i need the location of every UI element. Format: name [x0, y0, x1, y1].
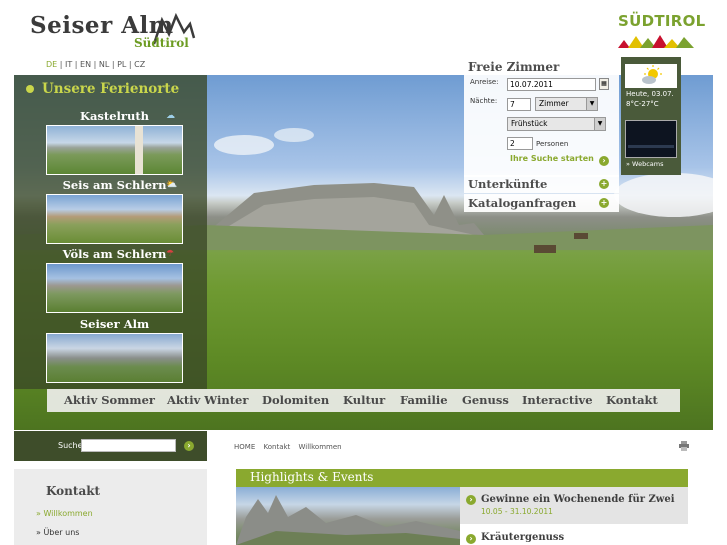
- accordion-unterkuenfte[interactable]: Unterkünfte +: [464, 175, 619, 193]
- print-icon[interactable]: [679, 441, 689, 451]
- weather-date: Heute, 03.07.: [626, 90, 674, 98]
- place-kastelruth-label[interactable]: Kastelruth: [46, 109, 183, 123]
- lang-en[interactable]: EN: [80, 60, 91, 69]
- nav-aktiv-winter[interactable]: Aktiv Winter: [167, 393, 248, 407]
- nav-kultur[interactable]: Kultur: [343, 393, 385, 407]
- church-tower-shape: [135, 126, 143, 174]
- breadcrumb-home[interactable]: HOME: [234, 443, 255, 451]
- lang-it[interactable]: IT: [65, 60, 72, 69]
- place-kastelruth-image[interactable]: [46, 125, 183, 175]
- arrival-label: Anreise:: [470, 78, 499, 86]
- persons-label: Personen: [536, 140, 569, 148]
- webcams-link[interactable]: » Webcams: [626, 160, 664, 168]
- arrival-date-input[interactable]: 10.07.2011: [507, 78, 596, 91]
- nav-interactive[interactable]: Interactive: [522, 393, 593, 407]
- nav-kontakt[interactable]: Kontakt: [606, 393, 658, 407]
- logo-subtitle: Südtirol: [134, 36, 189, 50]
- kontakt-title: Kontakt: [46, 484, 101, 498]
- sun-cloud-icon: [642, 65, 662, 84]
- nights-input[interactable]: 7: [507, 98, 531, 111]
- plus-icon: +: [599, 198, 609, 208]
- search-input[interactable]: [81, 439, 176, 452]
- persons-input[interactable]: 2: [507, 137, 533, 150]
- room-type-select[interactable]: Zimmer ▼: [535, 97, 598, 111]
- kontakt-item-ueber-uns[interactable]: » Über uns: [36, 528, 79, 537]
- webcam-horizon: [628, 145, 674, 148]
- lang-pl[interactable]: PL: [117, 60, 126, 69]
- nav-genuss[interactable]: Genuss: [462, 393, 509, 407]
- sidebar-title: Unsere Ferienorte: [42, 81, 180, 97]
- suedtirol-logo-text: SÜDTIROL: [618, 12, 706, 30]
- place-seiser-alm-label[interactable]: Seiser Alm: [46, 317, 183, 331]
- room-type-value: Zimmer: [539, 99, 569, 108]
- place-seis-label[interactable]: Seis am Schlern: [46, 178, 183, 192]
- sun-cloud-icon: ⛅: [166, 180, 178, 190]
- place-seis-image[interactable]: [46, 194, 183, 244]
- event-date: 10.05 - 31.10.2011: [481, 507, 553, 516]
- breadcrumb: HOME Kontakt Willkommen: [234, 443, 348, 451]
- event-item[interactable]: › Gewinne ein Wochenende für Zwei 10.05 …: [460, 487, 688, 524]
- start-search-link[interactable]: Ihre Suche starten: [510, 154, 594, 163]
- cloud-icon: ☁: [166, 111, 175, 121]
- dolomites-peaks-image: [236, 495, 460, 545]
- arrow-right-icon[interactable]: ›: [599, 156, 609, 166]
- event-item[interactable]: › Kräutergenuss: [460, 526, 688, 545]
- seiser-alm-logo[interactable]: Seiser Alm Südtirol: [30, 8, 200, 53]
- weather-icon-box: [625, 64, 677, 88]
- board-value: Frühstück: [511, 119, 548, 128]
- weather-widget: Heute, 03.07. 8°C-27°C » Webcams: [621, 57, 681, 175]
- calendar-icon[interactable]: ▦: [599, 78, 609, 90]
- arrow-right-icon: ›: [466, 534, 476, 544]
- lang-cz[interactable]: CZ: [134, 60, 145, 69]
- lang-nl[interactable]: NL: [99, 60, 109, 69]
- booking-widget: Freie Zimmer Anreise: 10.07.2011 ▦ Nächt…: [464, 57, 619, 177]
- chevron-down-icon: ▼: [586, 98, 597, 110]
- nav-familie[interactable]: Familie: [400, 393, 448, 407]
- search-submit-icon[interactable]: ›: [184, 441, 194, 451]
- chevron-down-icon: ▼: [594, 118, 605, 130]
- ferienorte-sidebar: Unsere Ferienorte Kastelruth ☁ Seis am S…: [14, 75, 207, 389]
- highlights-header: Highlights & Events: [236, 469, 688, 487]
- rain-cloud-icon: ☂: [166, 249, 175, 259]
- breadcrumb-willkommen[interactable]: Willkommen: [299, 443, 342, 451]
- weather-temperature: 8°C-27°C: [626, 100, 659, 108]
- main-navigation: Aktiv Sommer Aktiv Winter Dolomiten Kult…: [47, 389, 680, 412]
- place-seiser-alm-image[interactable]: [46, 333, 183, 383]
- search-label: Suche: [58, 441, 83, 450]
- suedtirol-mountains-icon: [618, 35, 694, 48]
- nights-label: Nächte:: [470, 97, 498, 105]
- event-title: Gewinne ein Wochenende für Zwei: [481, 494, 675, 505]
- arrow-right-icon: ›: [466, 495, 476, 505]
- accordion-unterkuenfte-label: Unterkünfte: [468, 177, 548, 191]
- highlights-title: Highlights & Events: [250, 470, 374, 484]
- webcam-thumbnail[interactable]: [625, 120, 677, 158]
- place-voels-image[interactable]: [46, 263, 183, 313]
- kontakt-item-willkommen[interactable]: » Willkommen: [36, 509, 93, 518]
- event-title: Kräutergenuss: [481, 532, 565, 543]
- bullet-icon: [26, 85, 34, 93]
- language-switcher: DE | IT | EN | NL | PL | CZ: [46, 60, 146, 69]
- kontakt-menu: Kontakt » Willkommen » Über uns: [14, 469, 207, 545]
- accordion-kataloganfragen-label: Kataloganfragen: [468, 196, 577, 210]
- weather-text: Heute, 03.07. 8°C-27°C: [626, 89, 674, 109]
- highlight-image[interactable]: [236, 487, 460, 545]
- site-search: Suche ›: [14, 431, 207, 461]
- place-voels-label[interactable]: Völs am Schlern: [46, 247, 183, 261]
- nav-dolomiten[interactable]: Dolomiten: [262, 393, 329, 407]
- booking-title: Freie Zimmer: [468, 60, 560, 74]
- lang-de[interactable]: DE: [46, 60, 57, 69]
- board-select[interactable]: Frühstück ▼: [507, 117, 606, 131]
- nav-aktiv-sommer[interactable]: Aktiv Sommer: [64, 393, 155, 407]
- breadcrumb-kontakt[interactable]: Kontakt: [263, 443, 290, 451]
- accordion-kataloganfragen[interactable]: Kataloganfragen +: [464, 194, 619, 212]
- plus-icon: +: [599, 179, 609, 189]
- suedtirol-logo[interactable]: SÜDTIROL: [618, 12, 706, 52]
